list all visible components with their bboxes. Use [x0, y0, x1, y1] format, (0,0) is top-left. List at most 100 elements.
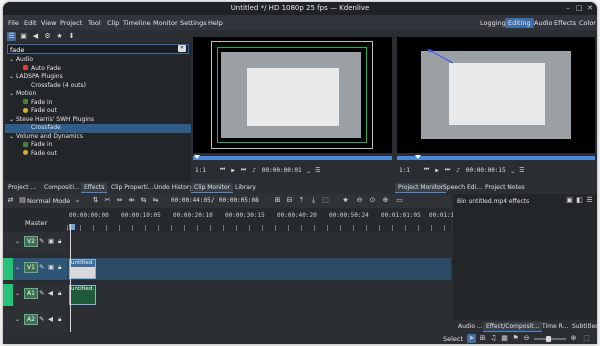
menu-project[interactable]: Project: [60, 19, 82, 27]
effects-search-field[interactable]: fade ✕: [7, 44, 189, 54]
audio-thumbnail-icon[interactable]: ♫: [489, 334, 498, 343]
tab-time-remapping[interactable]: Time R...: [539, 322, 571, 332]
timecode-field[interactable]: 00:00:00:01: [262, 167, 302, 174]
tab-compositions[interactable]: Compositi...: [41, 183, 83, 193]
playhead-marker[interactable]: [415, 155, 421, 159]
edit-mode-select[interactable]: Normal Mode: [27, 197, 70, 205]
skip-forward-icon[interactable]: ⏭: [445, 166, 450, 174]
tree-effect-fade-in[interactable]: Fade in: [23, 99, 52, 108]
playhead-marker[interactable]: [194, 155, 200, 159]
project-monitor-screen[interactable]: [397, 37, 595, 153]
master-track-label[interactable]: Master: [25, 219, 47, 227]
menu-icon[interactable]: ☰: [315, 167, 320, 174]
compare-icon[interactable]: ◧: [575, 196, 584, 205]
timeline-position[interactable]: 00:00:44:05: [171, 197, 211, 204]
edit-icon[interactable]: ✎: [39, 289, 44, 297]
track-name-a2[interactable]: A2: [24, 314, 38, 325]
tab-speech-editor[interactable]: Speech Edi...: [440, 183, 485, 193]
menu-settings[interactable]: Settings: [180, 19, 207, 27]
tree-category-volume[interactable]: ⌄ Volume and Dynamics: [9, 133, 83, 142]
tab-undo-history[interactable]: Undo History: [151, 183, 196, 193]
tree-effect-crossfade-4[interactable]: Crossfade (4 outs): [31, 82, 86, 91]
select-tool-icon[interactable]: ➤: [467, 334, 476, 343]
tab-audio-mixer[interactable]: Audio ...: [455, 322, 486, 332]
tab-subtitles[interactable]: Subtitles: [569, 322, 597, 332]
minimize-icon[interactable]: –: [563, 4, 573, 13]
menu-icon[interactable]: ☰: [519, 167, 524, 174]
video-thumbnail-icon[interactable]: ▦: [500, 334, 509, 343]
save-stack-icon[interactable]: ▣: [565, 196, 574, 205]
timecode-field[interactable]: 00:00:00:15: [466, 167, 506, 174]
clip-zoom[interactable]: 1:1: [195, 167, 206, 174]
skip-back-icon[interactable]: ⏮: [424, 166, 429, 174]
timeline-ruler[interactable]: 00:00:00:00 00:00:10:05 00:00:20:10 00:0…: [67, 208, 458, 232]
video-effects-icon[interactable]: ▣: [19, 32, 28, 41]
track-name-v1[interactable]: V1: [24, 262, 38, 273]
skip-back-icon[interactable]: ⏮: [220, 166, 225, 174]
lock-icon[interactable]: 🔒︎: [58, 315, 61, 324]
menu-tool[interactable]: Tool: [88, 19, 101, 27]
lock-icon[interactable]: 🔒︎: [58, 263, 61, 272]
menu-timeline[interactable]: Timeline: [123, 19, 151, 27]
download-icon[interactable]: ⬇: [67, 32, 76, 41]
tree-effect-crossfade[interactable]: Crossfade: [5, 124, 191, 133]
audio-clip[interactable]: untitled.: [69, 285, 96, 305]
project-monitor-seekbar[interactable]: [397, 156, 595, 160]
audio-effects-icon[interactable]: ◀: [31, 32, 40, 41]
zoom-out-icon[interactable]: ⊖: [355, 196, 364, 205]
tree-effect-auto-fade[interactable]: Auto Fade: [23, 65, 61, 74]
chevron-down-icon[interactable]: ⌄: [73, 196, 82, 205]
zone-in-icon[interactable]: ⎵: [308, 166, 310, 174]
maximize-icon[interactable]: □: [574, 4, 584, 13]
overlay-icon[interactable]: ▭: [395, 196, 404, 205]
track-name-a1[interactable]: A1: [24, 288, 38, 299]
snap-icon[interactable]: ⊞: [478, 334, 487, 343]
track-lane-v2[interactable]: [67, 232, 451, 254]
markers-icon[interactable]: ⚑: [511, 334, 520, 343]
skip-forward-icon[interactable]: ⏭: [241, 166, 246, 174]
menu-icon[interactable]: ☰: [585, 196, 594, 205]
volume-icon[interactable]: ♪: [252, 167, 256, 174]
mute-icon[interactable]: ◀: [48, 289, 53, 297]
volume-icon[interactable]: ♪: [456, 167, 460, 174]
track-lane-v1[interactable]: [67, 258, 451, 280]
menu-clip[interactable]: Clip: [107, 19, 119, 27]
insert-icon[interactable]: ⊞: [273, 196, 282, 205]
menu-monitor[interactable]: Monitor: [153, 19, 178, 27]
zone-in-icon[interactable]: ⎵: [512, 166, 514, 174]
video-clip[interactable]: untitled.: [69, 259, 96, 279]
tab-project-monitor[interactable]: Project Monitor: [395, 183, 447, 193]
tab-effect-composition[interactable]: Effect/Composit...: [483, 322, 543, 332]
zoom-slider-icon[interactable]: ⊙: [368, 196, 377, 205]
chevron-down-icon[interactable]: ⌄: [15, 316, 20, 323]
tree-effect-fade-out[interactable]: Fade out: [23, 107, 57, 116]
timeline-playhead[interactable]: [70, 224, 71, 332]
zoom-slider[interactable]: [534, 336, 566, 342]
track-lane-a1[interactable]: [67, 284, 451, 306]
tab-clip-properties[interactable]: Clip Properti...: [108, 183, 156, 193]
tab-project-notes[interactable]: Project Notes: [482, 183, 528, 193]
extract-icon[interactable]: ⤓: [309, 196, 318, 205]
split-view-icon[interactable]: ⇄: [6, 196, 15, 205]
fit-zoom-icon[interactable]: ⬚: [582, 334, 591, 343]
slip-icon[interactable]: ⇹: [127, 196, 136, 205]
workspace-effects[interactable]: Effects: [551, 18, 579, 28]
overwrite-icon[interactable]: ⊟: [285, 196, 294, 205]
favorite-effects-icon[interactable]: ★: [341, 196, 350, 205]
chevron-down-icon[interactable]: ⌄: [15, 290, 20, 297]
razor-icon[interactable]: ✂: [103, 196, 112, 205]
chevron-down-icon[interactable]: ⌄: [15, 238, 20, 245]
zoom-in-icon[interactable]: ⊕: [569, 334, 578, 343]
roll-icon[interactable]: ⇋: [151, 196, 160, 205]
menu-help[interactable]: Help: [208, 19, 223, 27]
menu-view[interactable]: View: [41, 19, 56, 27]
edit-icon[interactable]: ✎: [39, 237, 44, 245]
play-icon[interactable]: ▶: [231, 167, 235, 174]
tree-effect-fade-out-audio[interactable]: Fade out: [23, 150, 57, 159]
spacer-icon[interactable]: ⇔: [115, 196, 124, 205]
pin-icon[interactable]: ⇅: [91, 196, 100, 205]
track-name-v2[interactable]: V2: [24, 236, 38, 247]
tab-project-bin[interactable]: Project ...: [5, 183, 39, 193]
zoom-in-icon[interactable]: ⊕: [381, 196, 390, 205]
tree-effect-fade-in-audio[interactable]: Fade in: [23, 141, 52, 150]
